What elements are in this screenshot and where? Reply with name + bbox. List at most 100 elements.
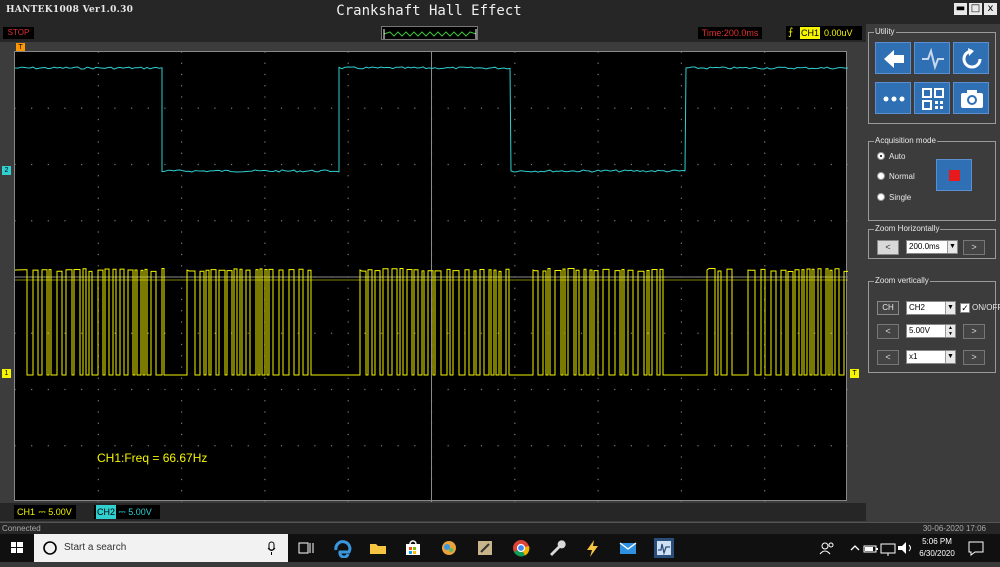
microphone-icon [267, 541, 276, 555]
title-bar: HANTEK1008 Ver1.0.30 Crankshaft Hall Eff… [0, 0, 1000, 24]
measure-button[interactable] [914, 42, 950, 74]
window-title: Crankshaft Hall Effect [336, 3, 522, 19]
edge-browser-icon[interactable] [332, 538, 352, 558]
back-button[interactable] [875, 42, 911, 74]
zoom-v-channel-select[interactable]: CH2 ▼ [906, 301, 956, 315]
overview-waveform [383, 29, 477, 39]
scope-graticule [15, 52, 848, 502]
scope-display[interactable]: CH1:Freq = 66.67Hz [14, 51, 848, 502]
qr-code-button[interactable] [914, 82, 950, 114]
ch1-scale-label[interactable]: CH1 ⎓ 5.00V [14, 505, 76, 519]
radio-unchecked-icon [877, 192, 885, 201]
volt-prev-button[interactable]: < [877, 324, 899, 339]
zoom-horizontal-group: Zoom Horizontally < 200.0ms ▼ > [868, 224, 996, 259]
trigger-info[interactable]: ⨍ CH1 0.00uV [786, 26, 862, 40]
memory-overview[interactable] [381, 26, 478, 40]
mode-normal-radio[interactable]: Normal [877, 171, 915, 183]
chevron-down-icon: ▼ [945, 351, 955, 363]
stop-icon [949, 170, 960, 181]
dc-coupling-icon: ⎓ [38, 507, 46, 517]
ch2-scale-label[interactable]: CH2 ⎓ 5.00V [94, 505, 160, 519]
volume-icon[interactable] [895, 538, 915, 558]
notes-app-icon[interactable] [475, 538, 495, 558]
probe-next-button[interactable]: > [963, 350, 985, 365]
trigger-channel: CH1 [800, 27, 820, 39]
clock-date[interactable]: 6/30/2020 [918, 549, 956, 558]
screenshot-button[interactable] [953, 82, 989, 114]
minimize-button[interactable]: ▬ [954, 3, 967, 15]
mode-auto-radio[interactable]: Auto [877, 151, 905, 163]
acquisition-group: Acquisition mode Auto Normal Single [868, 136, 996, 221]
ch1-offset-marker[interactable]: 1 [2, 369, 11, 378]
close-button[interactable]: x [984, 3, 997, 15]
channel-button[interactable]: CH [877, 301, 899, 315]
trigger-level-marker[interactable]: T [850, 369, 859, 378]
maximize-button[interactable]: □ [969, 3, 982, 15]
frequency-readout: CH1:Freq = 66.67Hz [97, 451, 208, 465]
chevron-down-icon: ▼ [945, 302, 955, 314]
spin-arrows-icon: ▲ ▼ [945, 325, 955, 337]
ch2-offset-marker[interactable]: 2 [2, 166, 11, 175]
hantek-app-icon[interactable] [654, 538, 674, 558]
task-view-icon[interactable] [296, 538, 316, 558]
connection-status: Connected [2, 524, 41, 533]
arrow-left-icon [884, 50, 904, 68]
windows-logo-icon [11, 542, 23, 553]
trigger-level: 0.00uV [824, 28, 853, 38]
control-panel: Utility Acquisition mode Auto Normal Sin… [866, 24, 1000, 522]
probe-prev-button[interactable]: < [877, 350, 899, 365]
probe-value: x1 [909, 352, 918, 361]
clock-time[interactable]: 5:06 PM [918, 537, 956, 546]
more-icon [883, 96, 905, 102]
zoom-vertical-title: Zoom vertically [874, 276, 930, 286]
people-icon[interactable] [818, 538, 838, 558]
wrench-tool-icon[interactable] [546, 538, 566, 558]
zoom-h-select[interactable]: 200.0ms ▼ [906, 240, 958, 254]
ch2-tag: CH2 [96, 505, 117, 519]
taskbar: Start a search 5:06 PM 6/30/2020 [0, 534, 1000, 562]
radio-checked-icon [877, 151, 885, 160]
mode-single-label: Single [889, 193, 912, 202]
mode-normal-label: Normal [889, 172, 915, 181]
taskbar-search[interactable]: Start a search [34, 534, 288, 562]
mode-single-radio[interactable]: Single [877, 192, 911, 204]
photos-app-icon[interactable] [439, 538, 459, 558]
acquisition-title: Acquisition mode [874, 136, 937, 146]
zoom-vertical-group: Zoom vertically CH CH2 ▼ ✓ ON/OFF < 5.00… [868, 276, 1000, 373]
run-status[interactable]: STOP [3, 27, 34, 39]
file-explorer-icon[interactable] [368, 538, 388, 558]
start-button[interactable] [0, 534, 34, 562]
utility-title: Utility [874, 27, 896, 37]
volt-value: 5.00V [909, 326, 930, 335]
rising-edge-icon: ⨍ [788, 27, 794, 38]
status-bar: Connected 30-06-2020 17:06 [0, 522, 1000, 534]
zoom-h-value: 200.0ms [909, 242, 940, 251]
volt-next-button[interactable]: > [963, 324, 985, 339]
store-icon[interactable] [403, 538, 423, 558]
mail-icon[interactable] [618, 538, 638, 558]
ch1-tag: CH1 [17, 507, 36, 517]
channel-onoff-checkbox[interactable]: ✓ [960, 303, 970, 313]
probe-select[interactable]: x1 ▼ [906, 350, 956, 364]
zoom-v-channel-value: CH2 [909, 303, 926, 312]
ch1-scale-value: 5.00V [48, 507, 72, 517]
scope-status-row: STOP Time:200.0ms ⨍ CH1 0.00uV [0, 24, 866, 42]
ch2-scale-value: 5.00V [128, 507, 152, 517]
run-stop-button[interactable] [936, 159, 972, 191]
more-button[interactable] [875, 82, 911, 114]
search-placeholder: Start a search [64, 542, 127, 553]
time-base-readout: Time:200.0ms [698, 27, 762, 39]
chrome-browser-icon[interactable] [511, 538, 531, 558]
channel-scale-row: CH1 ⎓ 5.00V CH2 ⎓ 5.00V [0, 503, 866, 521]
radio-unchecked-icon [877, 171, 885, 180]
zoom-h-prev-button[interactable]: < [877, 240, 899, 255]
zoom-h-next-button[interactable]: > [963, 240, 985, 255]
zoom-horizontal-title: Zoom Horizontally [874, 224, 941, 234]
volt-spinbox[interactable]: 5.00V ▲ ▼ [906, 324, 956, 338]
refresh-button[interactable] [953, 42, 989, 74]
notification-center-icon[interactable] [966, 538, 986, 558]
lightning-app-icon[interactable] [582, 538, 602, 558]
waveform-icon [922, 47, 944, 71]
qr-code-icon [922, 88, 944, 110]
utility-group: Utility [868, 27, 996, 124]
